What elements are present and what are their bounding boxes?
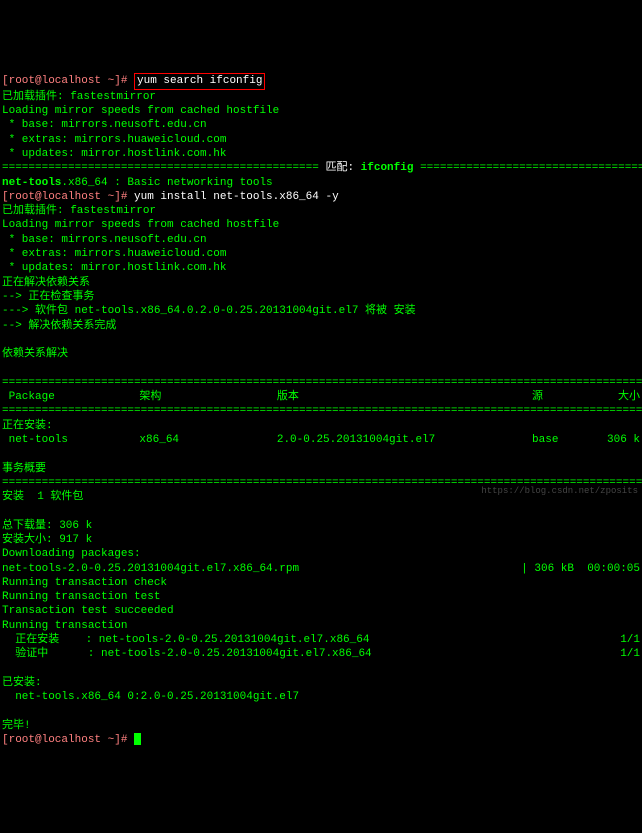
section-header: 已安装: <box>2 677 42 689</box>
output-line: net-tools.x86_64 0:2.0-0.25.20131004git.… <box>2 691 299 703</box>
terminal-output: [root@localhost ~]# yum search ifconfig … <box>2 59 640 747</box>
output-line: 安装 1 软件包 <box>2 491 83 503</box>
watermark: https://blog.csdn.net/zposits <box>481 486 638 498</box>
shell-prompt: [root@localhost ~]# <box>2 734 134 746</box>
shell-prompt: [root@localhost ~]# <box>2 191 134 203</box>
output-line: Downloading packages: <box>2 548 141 560</box>
shell-prompt: [root@localhost ~]# <box>2 75 134 87</box>
download-line: net-tools-2.0-0.25.20131004git.el7.x86_6… <box>2 562 640 576</box>
output-line: Running transaction check <box>2 577 167 589</box>
output-line: --> 正在检查事务 <box>2 291 94 303</box>
section-header: 事务概要 <box>2 463 46 475</box>
output-line: 正在安装: <box>2 420 53 432</box>
command-text: yum install net-tools.x86_64 -y <box>134 191 339 203</box>
output-line: --> 解决依赖关系完成 <box>2 320 116 332</box>
output-line: * extras: mirrors.huaweicloud.com <box>2 248 226 260</box>
cursor[interactable] <box>134 733 141 745</box>
output-line: * updates: mirror.hostlink.com.hk <box>2 148 226 160</box>
separator: ========================================… <box>2 162 642 174</box>
output-line: * base: mirrors.neusoft.edu.cn <box>2 119 207 131</box>
output-line: * base: mirrors.neusoft.edu.cn <box>2 234 207 246</box>
output-line: 安装大小: 917 k <box>2 534 92 546</box>
output-line: 已加载插件: fastestmirror <box>2 91 156 103</box>
output-line: 正在解决依赖关系 <box>2 277 90 289</box>
output-line: 已加载插件: fastestmirror <box>2 205 156 217</box>
section-header: 依赖关系解决 <box>2 348 68 360</box>
table-row: net-toolsx86_642.0-0.25.20131004git.el7b… <box>2 433 640 447</box>
output-line: Running transaction test <box>2 591 160 603</box>
progress-line: 正在安装 : net-tools-2.0-0.25.20131004git.el… <box>2 633 640 647</box>
search-result: net-tools.x86_64 : Basic networking tool… <box>2 177 273 189</box>
output-line: Loading mirror speeds from cached hostfi… <box>2 219 279 231</box>
output-line: * extras: mirrors.huaweicloud.com <box>2 134 226 146</box>
output-line: Loading mirror speeds from cached hostfi… <box>2 105 279 117</box>
output-line: * updates: mirror.hostlink.com.hk <box>2 262 226 274</box>
separator: ========================================… <box>2 405 642 417</box>
output-line: 总下载量: 306 k <box>2 520 92 532</box>
command-text: yum search ifconfig <box>137 75 262 87</box>
command-highlight: yum search ifconfig <box>134 73 265 89</box>
table-header: Package架构版本源大小 <box>2 390 640 404</box>
output-line: 完毕! <box>2 720 31 732</box>
output-line: ---> 软件包 net-tools.x86_64.0.2.0-0.25.201… <box>2 305 416 317</box>
output-line: Running transaction <box>2 620 127 632</box>
separator: ========================================… <box>2 377 642 389</box>
output-line: Transaction test succeeded <box>2 605 174 617</box>
progress-line: 验证中 : net-tools-2.0-0.25.20131004git.el7… <box>2 647 640 661</box>
